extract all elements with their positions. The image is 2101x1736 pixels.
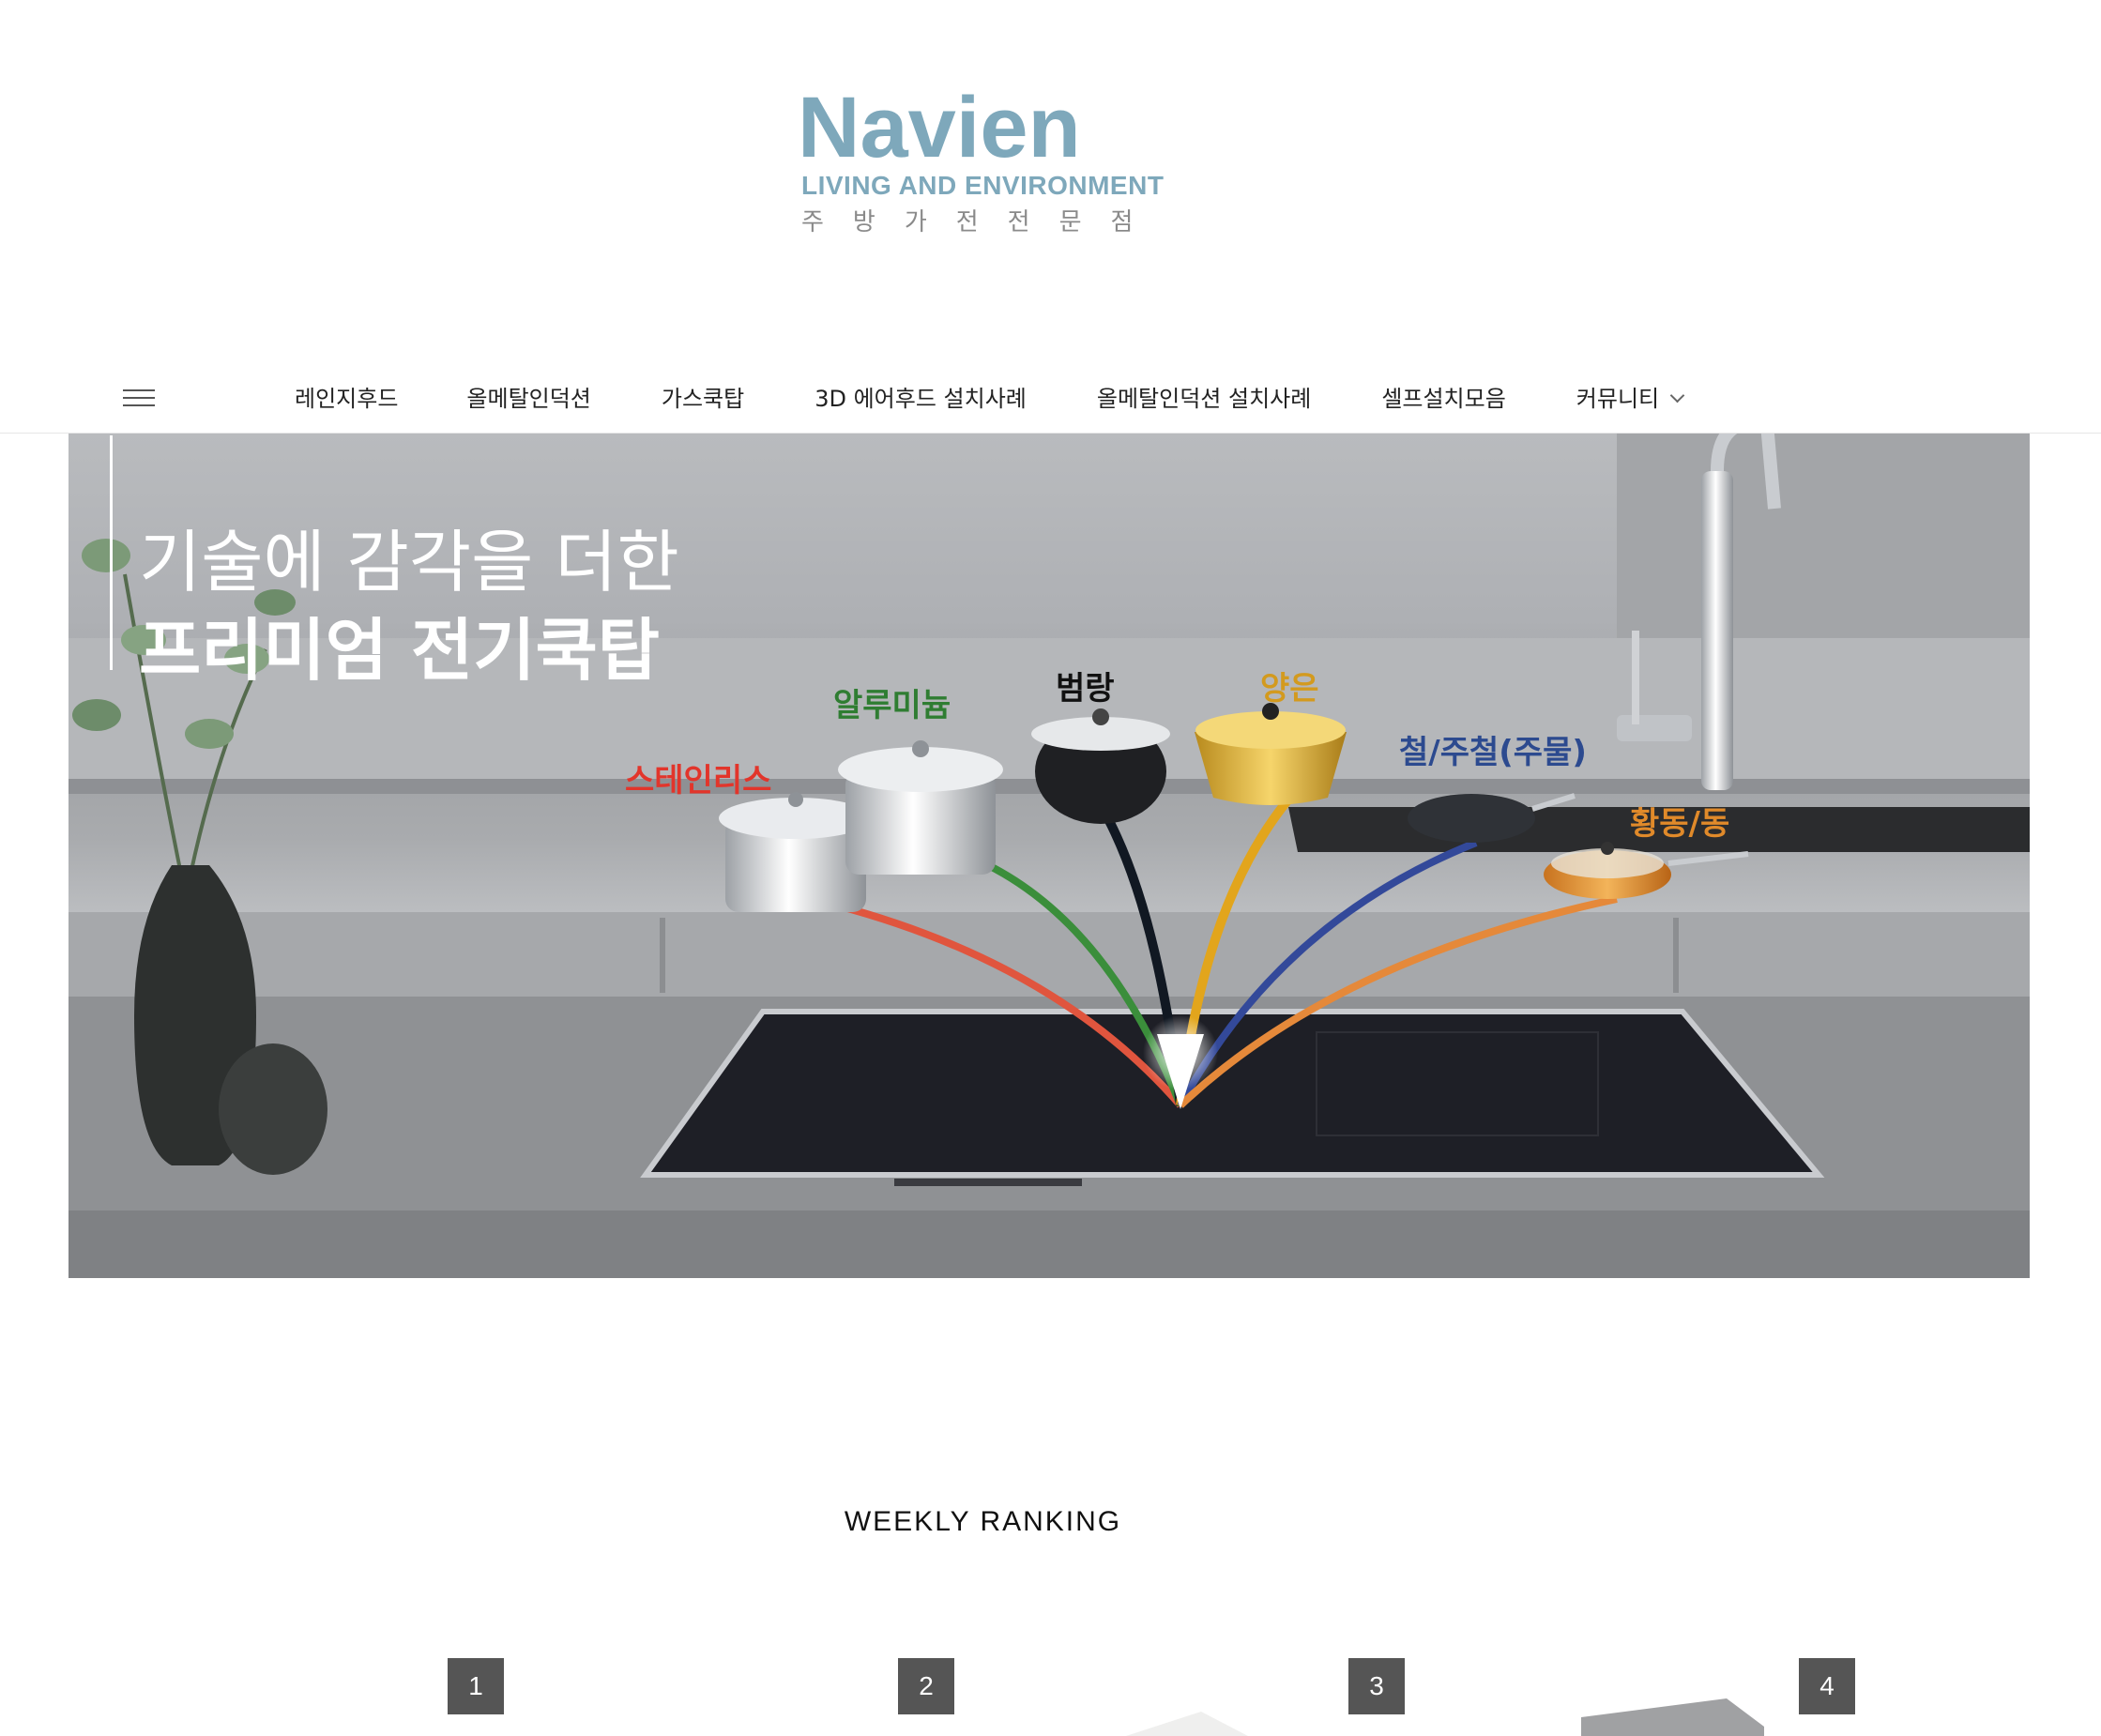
label-stainless: 스테인리스: [625, 762, 772, 799]
ranking-product-4-image[interactable]: [1576, 1689, 1764, 1736]
logo-wordmark: Navien: [798, 80, 1081, 175]
banner-headline-light: 기술에 감각을 더한: [139, 523, 679, 602]
banner-accent-line: [110, 435, 113, 670]
nav-item-community[interactable]: 커뮤니티: [1576, 371, 1685, 433]
nav-item-range-hood[interactable]: 레인지후드: [295, 371, 398, 433]
label-aluminum: 알루미늄: [833, 687, 952, 724]
enamel-pot: [1031, 708, 1170, 824]
nickel-silver-pot: [1195, 703, 1347, 805]
label-nickel-silver: 양은: [1260, 670, 1319, 708]
ranking-product-3-image[interactable]: [1107, 1698, 1276, 1736]
main-nav: 레인지후드 올메탈인덕션 가스쿡탑 3D 에어후드 설치사례 올메탈인덕션 설치…: [0, 371, 2101, 434]
aluminum-pot: [838, 740, 1003, 875]
nav-item-all-metal-induction[interactable]: 올메탈인덕션: [466, 371, 590, 433]
navien-logo[interactable]: Navien LIVING AND ENVIRONMENT 주방가전전문점: [796, 84, 1171, 240]
nav-item-gas-cooktop[interactable]: 가스쿡탑: [662, 371, 744, 433]
label-brass-copper: 황동/동: [1630, 805, 1730, 843]
chevron-down-icon[interactable]: [1669, 388, 1685, 404]
logo-subtitle: 주방가전전문점: [801, 208, 1163, 236]
label-cast-iron: 철/주철(주물): [1399, 734, 1587, 771]
label-enamel: 범랑: [1056, 670, 1115, 708]
rank-badge-1: 1: [448, 1658, 504, 1714]
hero-banner[interactable]: 기술에 감각을 더한 프리미엄 전기쿡탑 스테인리스 알루미늄 범랑 양은 철/…: [69, 434, 2030, 1278]
hamburger-menu-icon[interactable]: [123, 389, 155, 408]
site-header: Navien LIVING AND ENVIRONMENT 주방가전전문점 레인…: [0, 0, 2101, 434]
rank-badge-4: 4: [1799, 1658, 1855, 1714]
nav-item-community-label: 커뮤니티: [1576, 386, 1660, 412]
rank-badge-2: 2: [898, 1658, 954, 1714]
weekly-ranking-title: WEEKLY RANKING: [844, 1506, 1122, 1537]
nav-item-3d-airhood-cases[interactable]: 3D 에어후드 설치사례: [815, 371, 1027, 433]
logo-tagline: LIVING AND ENVIRONMENT: [801, 171, 1165, 200]
rank-badge-3: 3: [1348, 1658, 1405, 1714]
nav-item-induction-cases[interactable]: 올메탈인덕션 설치사례: [1097, 371, 1311, 433]
nav-item-self-install[interactable]: 셀프설치모음: [1381, 371, 1505, 433]
banner-headline-bold: 프리미엄 전기쿡탑: [139, 611, 660, 690]
